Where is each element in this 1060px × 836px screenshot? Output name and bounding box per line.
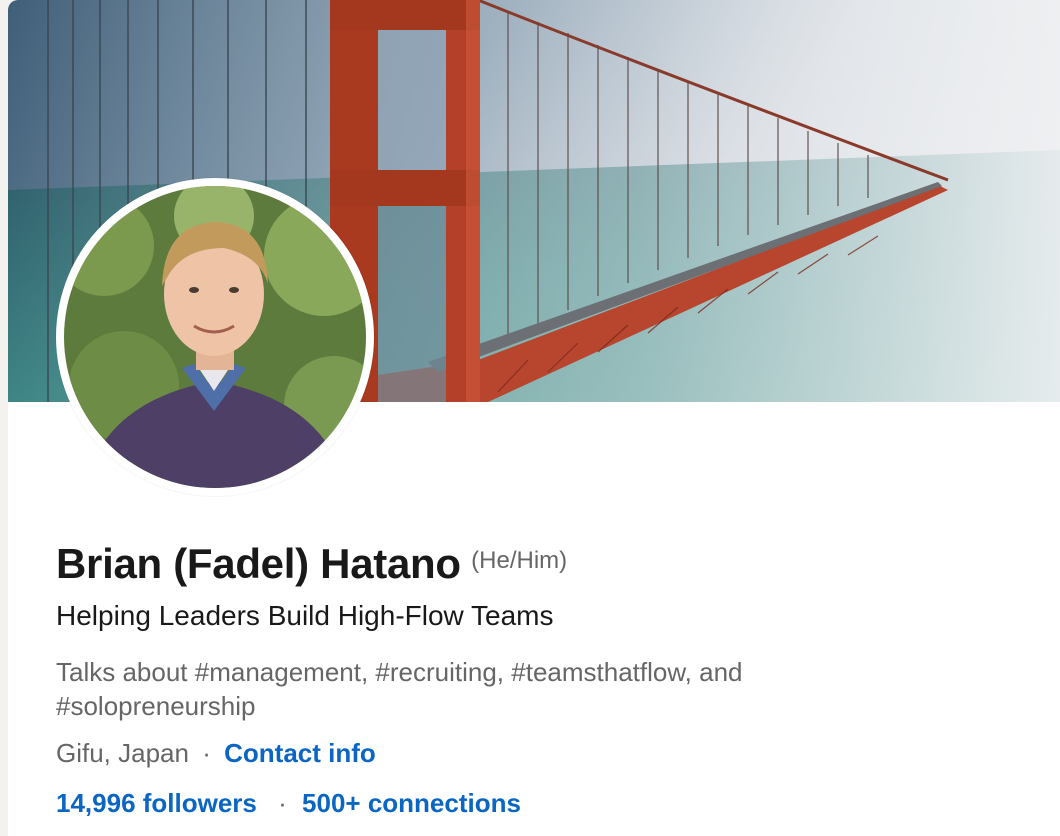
followers-link[interactable]: 14,996 followers <box>56 788 257 818</box>
location-row: Gifu, Japan · Contact info <box>56 738 376 769</box>
profile-headline: Helping Leaders Build High-Flow Teams <box>56 600 554 631</box>
separator-dot: · <box>202 738 211 768</box>
profile-avatar[interactable] <box>56 178 374 496</box>
network-row: 14,996 followers · 500+ connections <box>56 788 521 819</box>
talks-about-text: Talks about #management, #recruiting, #t… <box>56 657 743 721</box>
profile-pronouns: (He/Him) <box>471 547 568 574</box>
profile-card: Brian (Fadel) Hatano (He/Him) Helping Le… <box>8 0 1060 836</box>
profile-name: Brian (Fadel) Hatano <box>56 540 461 587</box>
connections-link[interactable]: 500+ connections <box>302 788 521 818</box>
separator-dot: · <box>278 788 287 818</box>
contact-info-link[interactable]: Contact info <box>224 738 376 768</box>
profile-location: Gifu, Japan <box>56 738 189 768</box>
profile-photo <box>64 186 366 488</box>
name-row: Brian (Fadel) Hatano (He/Him) <box>56 540 567 588</box>
